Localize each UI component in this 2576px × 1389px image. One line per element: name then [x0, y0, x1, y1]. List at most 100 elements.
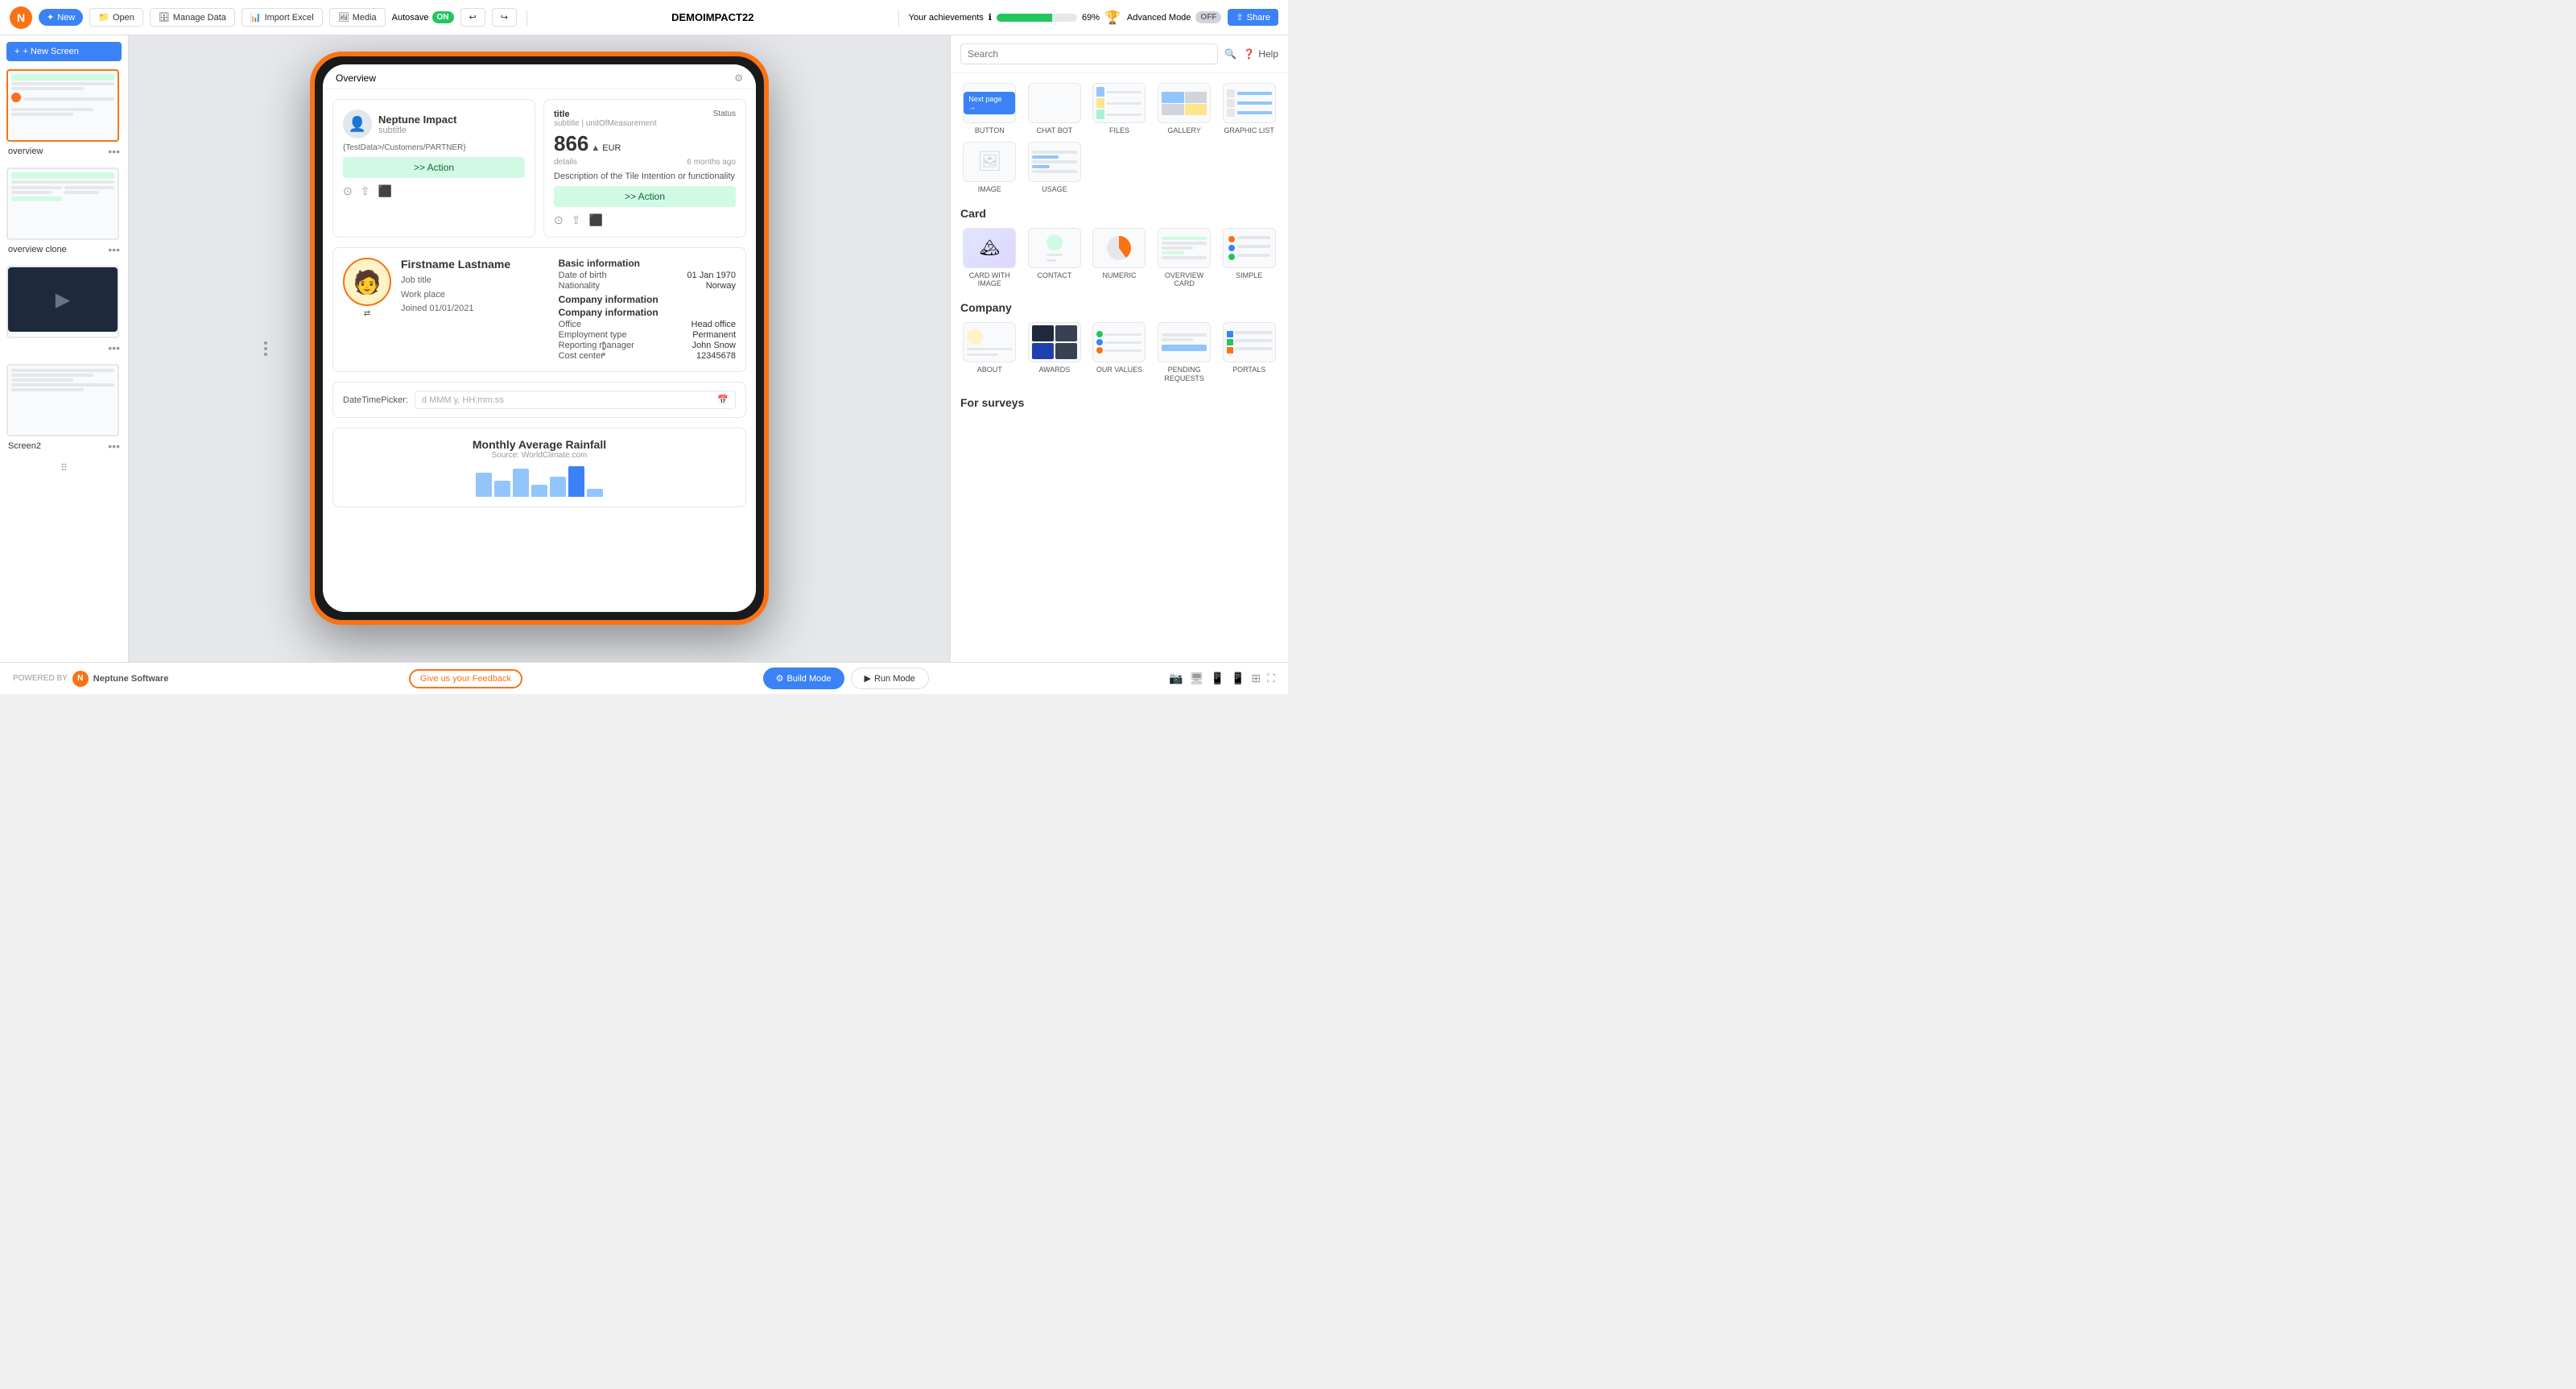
- settings-icon: ⚙: [734, 72, 743, 84]
- build-mode-button[interactable]: ⚙ Build Mode: [763, 668, 844, 689]
- component-button[interactable]: Next page → BUTTON: [960, 83, 1019, 135]
- build-icon: ⚙: [776, 673, 784, 684]
- screen-thumb-screen2[interactable]: [6, 364, 119, 436]
- component-numeric[interactable]: NUMERIC: [1090, 228, 1149, 289]
- screenshot-icon[interactable]: 📷: [1169, 672, 1183, 685]
- new-button[interactable]: ✦ New: [39, 9, 83, 26]
- left-sidebar: + + New Screen overview: [0, 35, 129, 662]
- gallery-thumb: [1158, 83, 1211, 123]
- screen-menu-overview[interactable]: •••: [108, 145, 120, 158]
- search-input[interactable]: [960, 43, 1218, 64]
- metric-card: title subtitle | unitOfMeasurement Statu…: [543, 99, 746, 238]
- help-button[interactable]: ❓ Help: [1243, 48, 1278, 60]
- layout-icon[interactable]: ⊞: [1251, 672, 1261, 685]
- screen-menu-clone[interactable]: •••: [108, 243, 120, 256]
- component-overviewcard[interactable]: OVERVIEW CARD: [1155, 228, 1214, 289]
- portals-thumb: [1223, 322, 1276, 362]
- media-icon: 🖼: [338, 12, 349, 23]
- share-icon2[interactable]: ⇧: [572, 213, 581, 227]
- company-components-section: Company ABOUT: [960, 301, 1278, 383]
- autosave-state[interactable]: ON: [432, 11, 454, 23]
- media-button[interactable]: 🖼 Media: [329, 8, 386, 27]
- autosave-toggle: Autosave ON: [392, 11, 454, 23]
- share-button[interactable]: ⇧ Share: [1228, 9, 1278, 26]
- component-usage[interactable]: USAGE: [1026, 142, 1084, 194]
- component-gallery[interactable]: GALLERY: [1155, 83, 1214, 135]
- canvas: Overview ⚙ 👤 Neptune Impact: [129, 35, 950, 662]
- redo-button[interactable]: ↪: [492, 8, 517, 27]
- component-chatbot[interactable]: CHAT BOT: [1026, 83, 1084, 135]
- bookmark-icon[interactable]: ⬛: [378, 184, 391, 198]
- component-cardimage[interactable]: 🏔 CARD WITH IMAGE: [960, 228, 1019, 289]
- divider2: [898, 10, 899, 26]
- contact-action-button[interactable]: >> Action: [343, 157, 525, 178]
- ourvalues-thumb: [1092, 322, 1146, 362]
- graphiclist-thumb: [1223, 83, 1276, 123]
- general-components-section: Next page → BUTTON CHA: [960, 83, 1278, 194]
- share-icon: ⇧: [1236, 12, 1243, 23]
- screen-thumb-dark[interactable]: ▶: [6, 266, 119, 338]
- advanced-mode-section: Advanced Mode OFF: [1127, 11, 1222, 23]
- datetime-input[interactable]: d MMM y, HH:mm:ss 📅: [415, 391, 736, 409]
- component-awards[interactable]: AWARDS: [1026, 322, 1084, 383]
- chatbot-thumb: [1028, 83, 1081, 123]
- progress-fill: [997, 14, 1052, 22]
- project-name: DEMOIMPACT22: [537, 11, 889, 23]
- fullscreen-icon[interactable]: ⛶: [1267, 672, 1275, 685]
- screen-menu-dark[interactable]: •••: [108, 341, 120, 354]
- right-search-bar: 🔍 ❓ Help: [951, 35, 1288, 73]
- new-screen-button[interactable]: + + New Screen: [6, 42, 122, 61]
- play-icon: ▶: [865, 673, 871, 684]
- screen-menu-screen2[interactable]: •••: [108, 440, 120, 453]
- component-image[interactable]: 🖼 IMAGE: [960, 142, 1019, 194]
- import-excel-button[interactable]: 📊 Import Excel: [242, 8, 323, 27]
- share-icon3: ⇄: [364, 309, 370, 318]
- component-ourvalues[interactable]: OUR VALUES: [1090, 322, 1149, 383]
- resize-handle[interactable]: ⠿: [60, 462, 68, 473]
- bottombar: POWERED BY N Neptune Software Give us yo…: [0, 662, 1288, 694]
- arrow-up-icon: ▲: [591, 143, 600, 153]
- screen-thumb-overview[interactable]: [6, 69, 119, 142]
- device-screen: Overview ⚙ 👤 Neptune Impact: [323, 64, 756, 612]
- run-mode-button[interactable]: ▶ Run Mode: [851, 668, 929, 689]
- undo-button[interactable]: ↩: [460, 8, 485, 27]
- screen-thumb-overview-clone[interactable]: [6, 167, 119, 240]
- component-files[interactable]: FILES: [1090, 83, 1149, 135]
- feedback-button[interactable]: Give us your Feedback: [409, 669, 522, 688]
- search-icon[interactable]: 🔍: [1224, 48, 1236, 60]
- component-simple[interactable]: SIMPLE: [1220, 228, 1278, 289]
- component-contact[interactable]: CONTACT: [1026, 228, 1084, 289]
- help-circle-icon2[interactable]: ⊙: [554, 213, 564, 227]
- main-layout: + + New Screen overview: [0, 35, 1288, 662]
- help-circle-icon[interactable]: ⊙: [343, 184, 353, 198]
- desktop-icon[interactable]: 🖥: [1190, 672, 1204, 685]
- card-icons: ⊙ ⇧ ⬛: [343, 184, 525, 198]
- phone-icon[interactable]: 📱: [1231, 672, 1245, 685]
- component-about[interactable]: ABOUT: [960, 322, 1019, 383]
- tablet-icon[interactable]: 📱: [1211, 672, 1224, 685]
- share-icon[interactable]: ⇧: [361, 184, 370, 198]
- card-image-placeholder: 🏔: [964, 229, 1015, 267]
- screen-item-overview-clone[interactable]: overview clone •••: [6, 167, 122, 256]
- neptune-logo: N: [72, 671, 89, 687]
- component-portals[interactable]: PORTALS: [1220, 322, 1278, 383]
- manage-data-button[interactable]: 🗄 Manage Data: [150, 8, 235, 27]
- files-thumb: [1092, 83, 1146, 123]
- calendar-icon: 📅: [717, 395, 729, 405]
- component-pendingreqs[interactable]: PENDING REQUESTS: [1155, 322, 1214, 383]
- screen-item-overview[interactable]: overview •••: [6, 69, 122, 158]
- screen-item-dark[interactable]: ▶ •••: [6, 266, 122, 354]
- screen-item-screen2[interactable]: Screen2 •••: [6, 364, 122, 453]
- advanced-mode-state[interactable]: OFF: [1195, 11, 1221, 23]
- open-button[interactable]: 📁 Open: [89, 8, 143, 27]
- company-components-grid: ABOUT AWARDS: [960, 322, 1278, 383]
- metric-action-button[interactable]: >> Action: [554, 186, 736, 207]
- bookmark-icon2[interactable]: ⬛: [588, 213, 602, 227]
- device-header: Overview ⚙: [323, 64, 756, 89]
- progress-bar: [997, 14, 1077, 22]
- profile-info: Firstname Lastname Job title Work place …: [401, 258, 549, 362]
- divider: [526, 10, 527, 26]
- usage-thumb: [1028, 142, 1081, 182]
- component-graphiclist[interactable]: GRAPHIC LIST: [1220, 83, 1278, 135]
- numeric-thumb: [1092, 228, 1146, 268]
